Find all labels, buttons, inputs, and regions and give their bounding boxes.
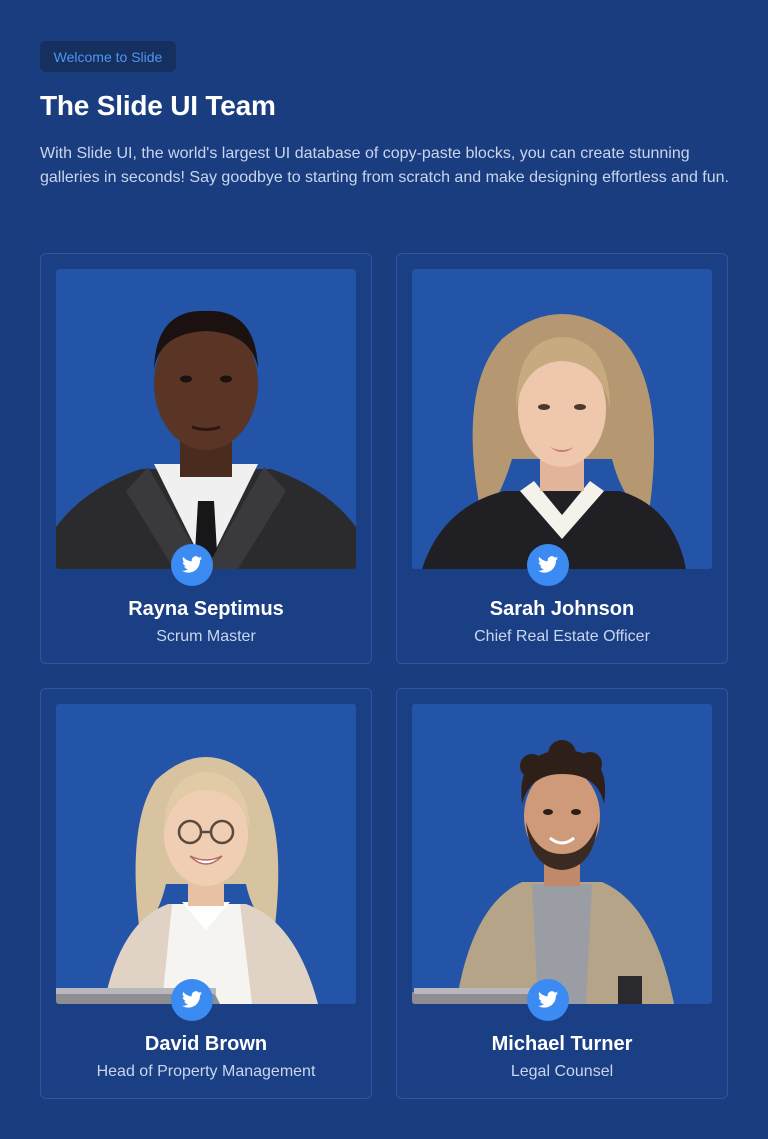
twitter-button[interactable]: [171, 979, 213, 1021]
team-card: Rayna Septimus Scrum Master: [40, 253, 372, 664]
team-card: Michael Turner Legal Counsel: [396, 688, 728, 1099]
member-name: Rayna Septimus: [128, 598, 284, 620]
team-card: Sarah Johnson Chief Real Estate Officer: [396, 253, 728, 664]
page-title: The Slide UI Team: [40, 90, 276, 121]
page-intro: With Slide UI, the world's largest UI da…: [40, 145, 729, 186]
member-photo: [56, 269, 356, 569]
twitter-button[interactable]: [171, 544, 213, 586]
welcome-badge: Welcome to Slide: [40, 41, 176, 72]
member-role: Legal Counsel: [510, 1063, 614, 1080]
twitter-icon: [537, 991, 559, 1008]
twitter-icon: [537, 556, 559, 573]
member-photo: [412, 269, 712, 569]
member-role: Chief Real Estate Officer: [474, 628, 650, 645]
member-photo: [412, 704, 712, 1004]
member-name: David Brown: [144, 1033, 268, 1055]
member-name: Michael Turner: [491, 1033, 633, 1055]
member-photo: [56, 704, 356, 1004]
twitter-button[interactable]: [527, 544, 569, 586]
team-card: David Brown Head of Property Management: [40, 688, 372, 1099]
twitter-icon: [181, 991, 203, 1008]
twitter-icon: [181, 556, 203, 573]
member-role: Scrum Master: [156, 628, 256, 645]
member-name: Sarah Johnson: [489, 598, 635, 620]
twitter-button[interactable]: [527, 979, 569, 1021]
member-role: Head of Property Management: [96, 1063, 316, 1080]
